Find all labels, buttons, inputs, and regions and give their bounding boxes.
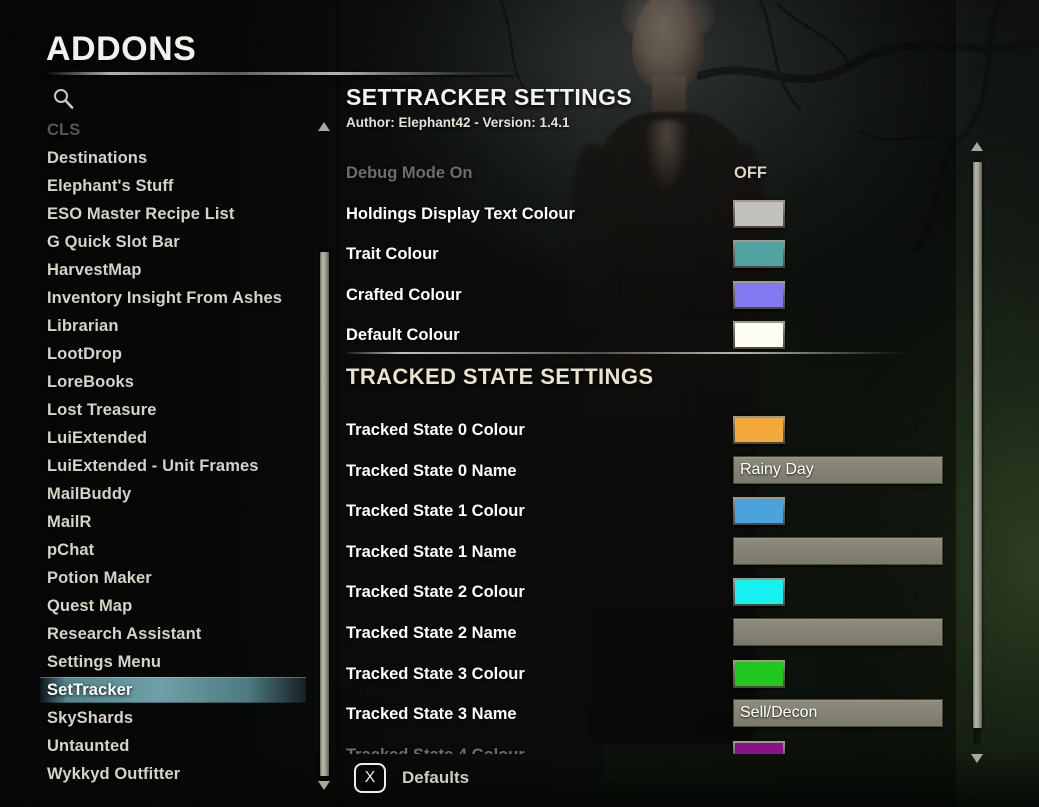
search-input[interactable]	[48, 84, 298, 114]
setting-row-tracked-state-1-name: Tracked State 1 Name	[344, 535, 944, 575]
toggle-value-debug-mode-on[interactable]: OFF	[734, 164, 767, 183]
colour-swatch-fill	[735, 661, 783, 686]
colour-swatch-fill	[735, 323, 783, 348]
text-input-value: Sell/Decon	[740, 704, 818, 722]
setting-label-debug-mode-on: Debug Mode On	[346, 164, 473, 182]
setting-row-trait-colour: Trait Colour	[344, 237, 944, 277]
sidebar-item-settings-menu[interactable]: Settings Menu	[40, 648, 312, 676]
triangle-up-icon[interactable]	[971, 142, 983, 151]
setting-row-tracked-state-0-colour: Tracked State 0 Colour	[344, 413, 944, 453]
sidebar-item-luiextended-unit-frames[interactable]: LuiExtended - Unit Frames	[40, 452, 312, 480]
colour-swatch-holdings-display-text-colour[interactable]	[733, 199, 785, 228]
sidebar-item-mailr[interactable]: MailR	[40, 508, 312, 536]
colour-swatch-trait-colour[interactable]	[733, 240, 785, 269]
panel-title: SETTRACKER SETTINGS	[346, 84, 633, 110]
setting-row-tracked-state-1-colour: Tracked State 1 Colour	[344, 494, 944, 534]
colour-swatch-default-colour[interactable]	[733, 321, 785, 350]
sidebar-item-lost-treasure[interactable]: Lost Treasure	[40, 396, 312, 424]
addon-list[interactable]: CLS Destinations Elephant's Stuff ESO Maste…	[40, 116, 312, 792]
sidebar-item-lorebooks[interactable]: LoreBooks	[40, 368, 312, 396]
sidebar-item-pchat[interactable]: pChat	[40, 536, 312, 564]
colour-swatch-fill	[735, 201, 783, 226]
sidebar-item-g-quick-slot-bar[interactable]: G Quick Slot Bar	[40, 228, 312, 256]
setting-label-trait-colour: Trait Colour	[346, 245, 439, 264]
colour-swatch-tracked-state-3-colour[interactable]	[733, 659, 785, 688]
sidebar-item-destinations[interactable]: Destinations	[40, 144, 312, 172]
triangle-down-icon[interactable]	[971, 754, 983, 763]
colour-swatch-tracked-state-0-colour[interactable]	[733, 416, 785, 444]
sidebar-item-settracker[interactable]: SetTracker	[40, 676, 312, 704]
colour-swatch-fill	[735, 242, 783, 267]
panel-scroll-thumb[interactable]	[973, 162, 982, 728]
setting-label-tracked-state-2-colour: Tracked State 2 Colour	[346, 583, 525, 602]
sidebar-item-skyshards[interactable]: SkyShards	[40, 704, 312, 732]
text-input-tracked-state-3-name[interactable]: Sell/Decon	[733, 699, 943, 728]
sidebar-scroll-thumb[interactable]	[320, 252, 329, 776]
text-input-value: Rainy Day	[740, 460, 814, 478]
colour-swatch-crafted-colour[interactable]	[733, 280, 785, 309]
panel-subtitle: Author: Elephant42 - Version: 1.4.1	[346, 115, 570, 130]
setting-row-tracked-state-4-colour: Tracked State 4 Colour	[344, 738, 944, 754]
sidebar-item-untaunted[interactable]: Untaunted	[40, 732, 312, 760]
setting-row-crafted-colour: Crafted Colour	[344, 278, 944, 318]
setting-row-holdings-display-text-colour: Holdings Display Text Colour	[344, 197, 944, 237]
search-icon	[52, 87, 74, 109]
setting-row-tracked-state-2-name: Tracked State 2 Name	[344, 616, 944, 656]
triangle-down-icon[interactable]	[318, 781, 330, 790]
panel-scrollbar[interactable]	[968, 140, 986, 765]
footer-bar: X Defaults	[344, 760, 744, 800]
colour-swatch-tracked-state-4-colour[interactable]	[733, 740, 785, 754]
colour-swatch-tracked-state-1-colour[interactable]	[733, 497, 785, 526]
colour-swatch-fill	[735, 418, 783, 442]
setting-row-default-colour: Default Colour	[344, 318, 944, 358]
setting-row-tracked-state-2-colour: Tracked State 2 Colour	[344, 575, 944, 615]
setting-label-tracked-state-0-colour: Tracked State 0 Colour	[346, 421, 525, 439]
sidebar-item-harvestmap[interactable]: HarvestMap	[40, 256, 312, 284]
sidebar-item-quest-map[interactable]: Quest Map	[40, 592, 312, 620]
setting-label-tracked-state-1-colour: Tracked State 1 Colour	[346, 502, 525, 521]
page-title: ADDONS	[46, 30, 197, 68]
setting-label-tracked-state-2-name: Tracked State 2 Name	[346, 624, 517, 642]
text-input-tracked-state-1-name[interactable]	[733, 536, 943, 565]
defaults-button[interactable]: Defaults	[402, 768, 469, 788]
setting-row-tracked-state-3-name: Tracked State 3 Name Sell/Decon	[344, 697, 944, 737]
section-header: TRACKED STATE SETTINGS	[346, 364, 654, 389]
colour-swatch-fill	[735, 282, 783, 307]
triangle-up-icon[interactable]	[318, 122, 330, 131]
sidebar-item-eso-master-recipe-list[interactable]: ESO Master Recipe List	[40, 200, 312, 228]
setting-label-tracked-state-3-name: Tracked State 3 Name	[346, 705, 517, 724]
settings-panel: SETTRACKER SETTINGS Author: Elephant42 -…	[344, 84, 944, 754]
sidebar-item-mailbuddy[interactable]: MailBuddy	[40, 480, 312, 508]
sidebar-item-inventory-insight-from-ashes[interactable]: Inventory Insight From Ashes	[40, 284, 312, 312]
sidebar-item-elephant-s-stuff[interactable]: Elephant's Stuff	[40, 172, 312, 200]
defaults-keybind[interactable]: X	[354, 763, 386, 793]
setting-label-holdings-display-text-colour: Holdings Display Text Colour	[346, 204, 575, 223]
sidebar-item-potion-maker[interactable]: Potion Maker	[40, 564, 312, 592]
setting-row-tracked-state-3-colour: Tracked State 3 Colour	[344, 657, 944, 697]
setting-row-debug-mode-on: Debug Mode On OFF	[344, 156, 944, 196]
colour-swatch-tracked-state-2-colour[interactable]	[733, 578, 785, 607]
sidebar-scrollbar[interactable]	[315, 120, 333, 792]
sidebar-item-librarian[interactable]: Librarian	[40, 312, 312, 340]
setting-label-tracked-state-4-colour: Tracked State 4 Colour	[346, 746, 525, 754]
setting-row-tracked-state-0-name: Tracked State 0 Name Rainy Day	[344, 454, 944, 494]
sidebar-item-luiextended[interactable]: LuiExtended	[40, 424, 312, 452]
setting-label-default-colour: Default Colour	[346, 326, 460, 345]
text-input-value	[734, 619, 942, 623]
title-divider	[46, 72, 514, 75]
setting-label-tracked-state-3-colour: Tracked State 3 Colour	[346, 664, 525, 683]
setting-label-crafted-colour: Crafted Colour	[346, 285, 462, 304]
setting-label-tracked-state-0-name: Tracked State 0 Name	[346, 461, 517, 480]
colour-swatch-fill	[735, 580, 783, 605]
colour-swatch-fill	[735, 742, 783, 754]
colour-swatch-fill	[735, 499, 783, 524]
text-input-tracked-state-2-name[interactable]	[733, 618, 943, 646]
text-input-tracked-state-0-name[interactable]: Rainy Day	[733, 455, 943, 484]
sidebar-item-wykkyd-outfitter[interactable]: Wykkyd Outfitter	[40, 760, 312, 788]
sidebar-item-lootdrop[interactable]: LootDrop	[40, 340, 312, 368]
sidebar-item-cls[interactable]: CLS	[40, 116, 312, 144]
setting-label-tracked-state-1-name: Tracked State 1 Name	[346, 542, 517, 561]
sidebar-item-research-assistant[interactable]: Research Assistant	[40, 620, 312, 648]
text-input-value	[734, 538, 942, 542]
